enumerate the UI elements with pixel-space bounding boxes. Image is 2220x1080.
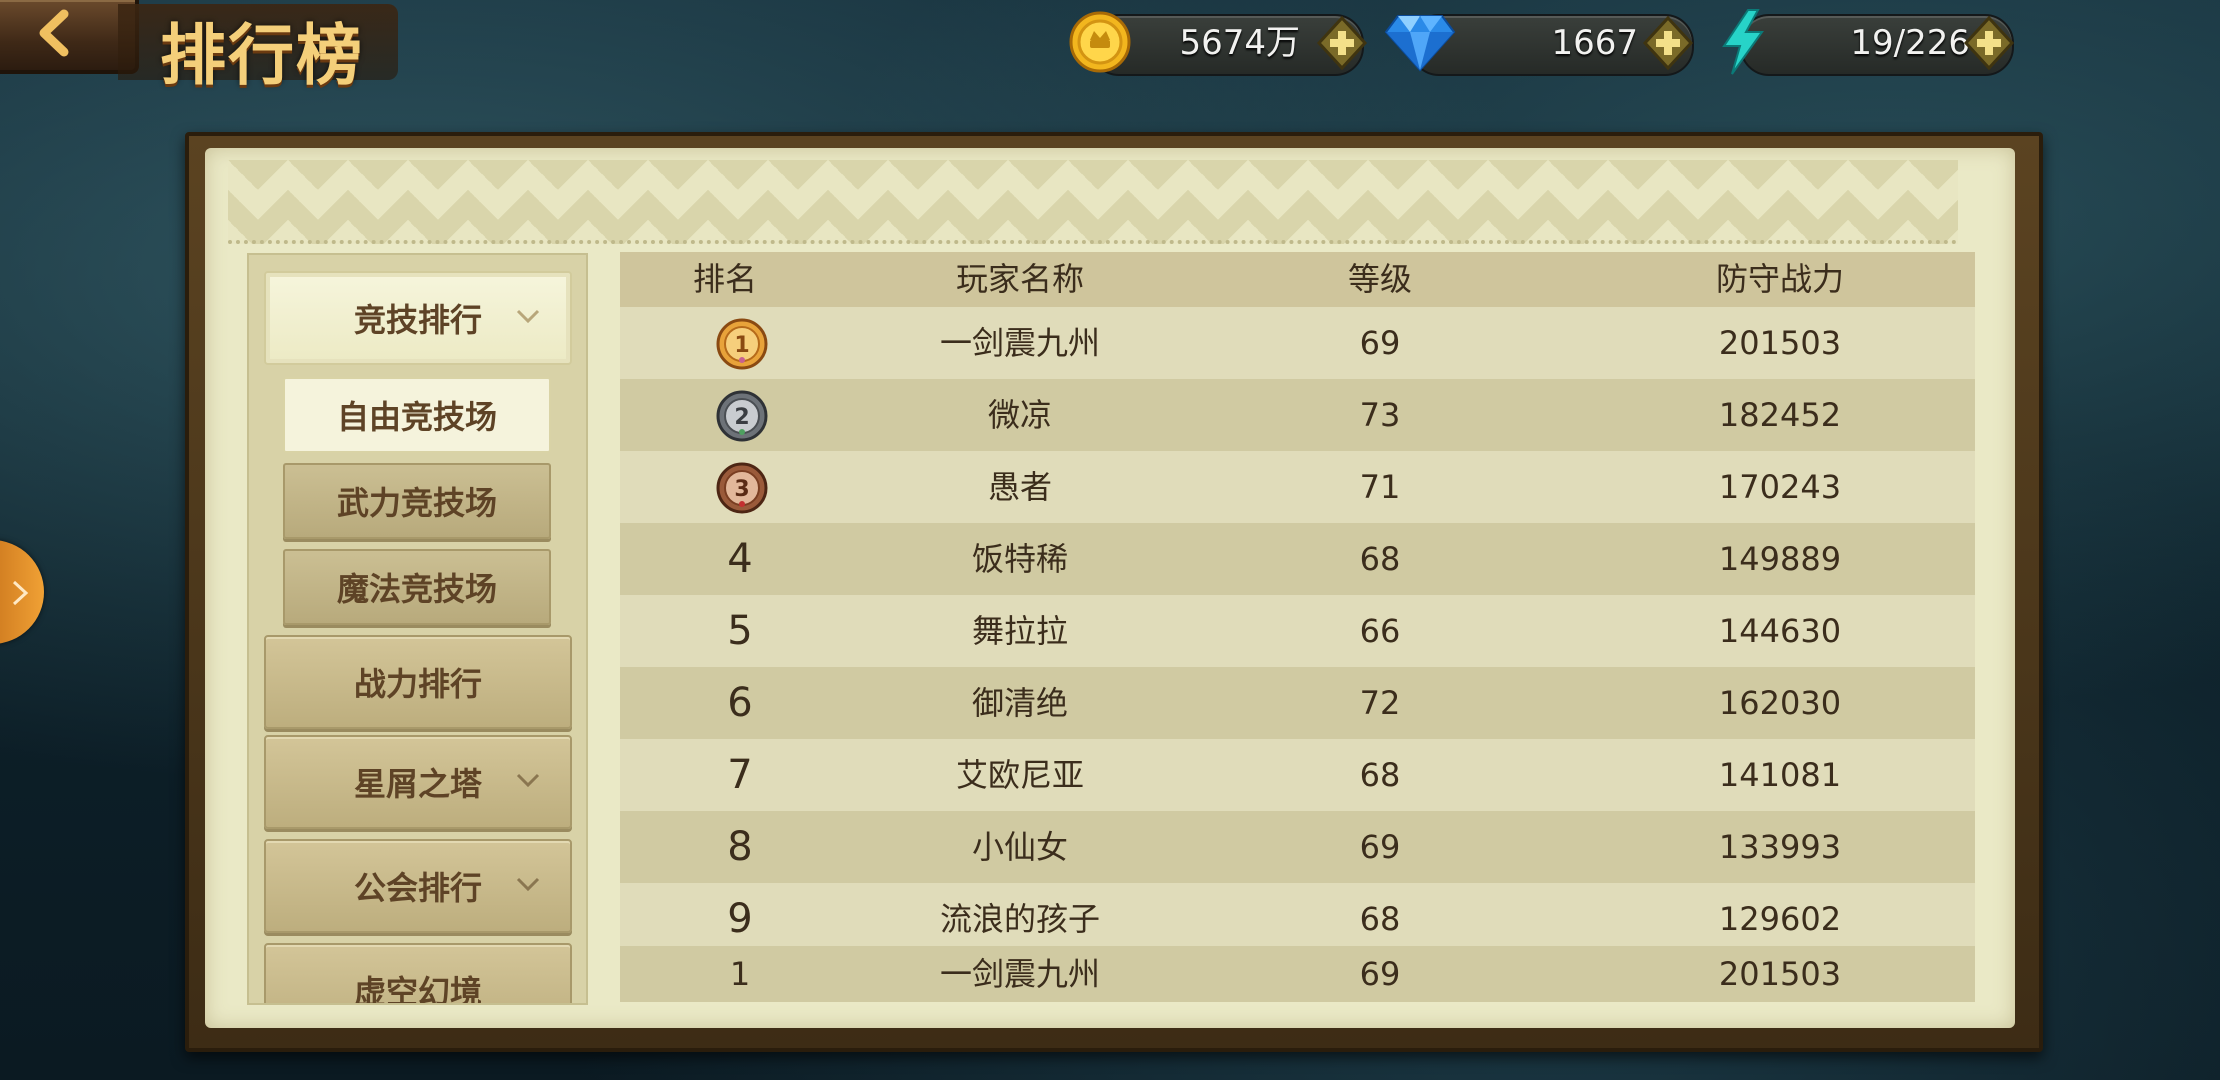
sub-force-arena[interactable]: 武力竞技场 [283,463,551,539]
sub-label: 武力竞技场 [336,484,497,522]
player-level: 69 [1359,324,1401,362]
chevron-down-icon [516,309,540,324]
rank-3-medal-icon: 3 [716,462,768,514]
table-row[interactable]: 4 饭特稀 68 149889 [620,523,1975,595]
player-rank: 5 [727,608,753,654]
player-name: 御清绝 [971,684,1068,722]
player-level: 69 [1359,955,1401,993]
player-power: 149889 [1718,540,1842,578]
player-name: 小仙女 [971,828,1068,866]
lightning-icon [1718,8,1768,80]
gold-value: 5674万 [1179,23,1300,63]
sub-magic-arena[interactable]: 魔法竞技场 [283,549,551,625]
category-sidebar[interactable]: 竞技排行 自由竞技场 武力竞技场 魔法竞技场 战力排行 星屑之塔 公会排行 虚空… [247,253,588,1005]
svg-text:2: 2 [734,405,749,430]
my-rank-row[interactable]: 1 一剑震九州 69 201503 [620,946,1975,1002]
player-power: 170243 [1718,468,1842,506]
player-name: 愚者 [987,468,1052,506]
player-power: 162030 [1718,684,1842,722]
column-header-power: 防守战力 [1715,260,1844,298]
page-title: 排行榜 [160,17,364,94]
player-rank: 9 [727,896,753,942]
chevron-down-icon [516,877,540,892]
side-drawer-toggle[interactable] [0,540,44,644]
plus-icon [1316,15,1368,71]
stamina-value: 19/226 [1850,23,1970,63]
plus-icon [1642,15,1694,71]
player-rank: 6 [727,680,753,726]
player-name: 一剑震九州 [939,955,1100,993]
player-name: 艾欧尼亚 [955,756,1084,794]
column-header-name: 玩家名称 [955,260,1084,298]
player-level: 72 [1359,684,1401,722]
player-level: 71 [1359,468,1401,506]
table-row[interactable]: 2 微凉 73 182452 [620,379,1975,451]
player-level: 66 [1359,612,1401,650]
player-level: 73 [1359,396,1401,434]
player-level: 69 [1359,828,1401,866]
category-stardust-tower[interactable]: 星屑之塔 [264,735,572,829]
panel-decor-pattern [228,160,1958,244]
player-name: 饭特稀 [971,540,1068,578]
column-header-level: 等级 [1347,260,1412,298]
gold-coin-icon [1068,10,1132,78]
player-level: 68 [1359,900,1401,938]
player-rank: 7 [727,752,753,798]
category-label: 战力排行 [353,665,482,703]
add-diamond-button[interactable] [1641,14,1695,72]
diamond-icon [1384,12,1456,76]
category-label: 虚空幻境 [353,973,482,1005]
player-power: 141081 [1718,756,1842,794]
player-level: 68 [1359,540,1401,578]
category-power-ranking[interactable]: 战力排行 [264,635,572,729]
category-arena-ranking[interactable]: 竞技排行 [264,271,572,365]
sub-label: 自由竞技场 [336,398,497,436]
player-power: 182452 [1718,396,1842,434]
table-row[interactable]: 7 艾欧尼亚 68 141081 [620,739,1975,811]
sub-label: 魔法竞技场 [336,570,497,608]
player-name: 舞拉拉 [971,612,1068,650]
ranking-table[interactable]: 排名 玩家名称 等级 防守战力 1 一剑震九州 69 201503 2 微凉 7… [620,252,1975,1002]
category-void-realm[interactable]: 虚空幻境 [264,943,572,1005]
player-power: 144630 [1718,612,1842,650]
table-row[interactable]: 8 小仙女 69 133993 [620,811,1975,883]
player-level: 68 [1359,756,1401,794]
category-guild-ranking[interactable]: 公会排行 [264,839,572,933]
add-gold-button[interactable] [1315,14,1369,72]
player-power: 201503 [1718,955,1842,993]
svg-text:3: 3 [734,477,749,502]
player-rank: 1 [729,955,751,993]
table-row[interactable]: 9 流浪的孩子 68 129602 [620,883,1975,955]
player-power: 133993 [1718,828,1842,866]
column-header-rank: 排名 [692,260,757,298]
player-rank: 4 [727,536,753,582]
table-row[interactable]: 3 愚者 71 170243 [620,451,1975,523]
category-label: 竞技排行 [353,301,482,339]
diamond-value: 1667 [1551,23,1638,63]
table-row[interactable]: 6 御清绝 72 162030 [620,667,1975,739]
chevron-down-icon [516,773,540,788]
player-name: 一剑震九州 [939,324,1100,362]
category-label: 星屑之塔 [353,765,482,803]
svg-text:1: 1 [734,333,749,358]
rank-2-medal-icon: 2 [716,390,768,442]
player-name: 微凉 [987,396,1052,434]
chevron-right-icon [12,580,29,606]
player-power: 201503 [1718,324,1842,362]
rank-1-medal-icon: 1 [716,318,768,370]
table-row[interactable]: 5 舞拉拉 66 144630 [620,595,1975,667]
table-header: 排名 玩家名称 等级 防守战力 [620,252,1975,307]
player-rank: 8 [727,824,753,870]
back-arrow-icon [39,9,69,57]
player-name: 流浪的孩子 [939,900,1100,938]
sub-free-arena[interactable]: 自由竞技场 [283,377,551,453]
category-label: 公会排行 [353,869,482,907]
player-power: 129602 [1718,900,1842,938]
plus-icon [1963,15,2015,71]
add-stamina-button[interactable] [1962,14,2016,72]
table-row[interactable]: 1 一剑震九州 69 201503 [620,307,1975,379]
